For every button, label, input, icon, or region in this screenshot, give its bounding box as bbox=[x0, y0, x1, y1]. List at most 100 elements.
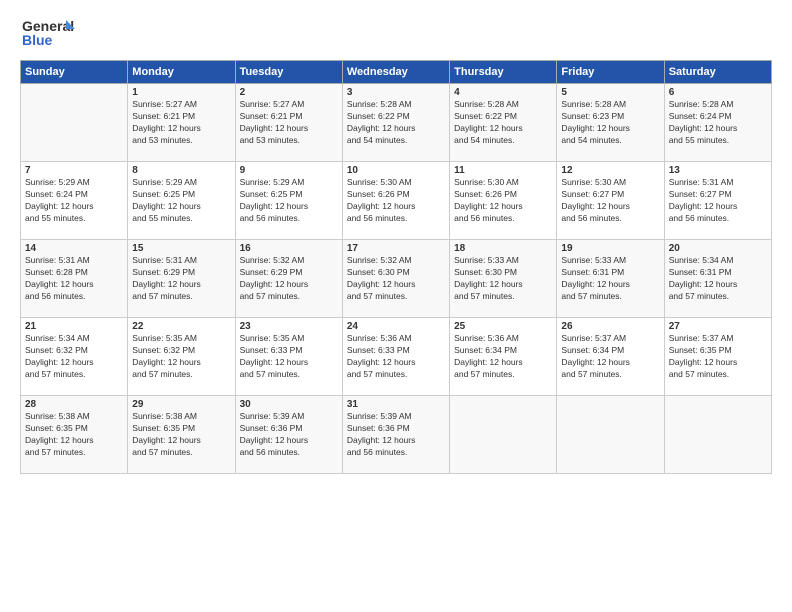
day-cell: 13Sunrise: 5:31 AM Sunset: 6:27 PM Dayli… bbox=[664, 162, 771, 240]
day-cell: 27Sunrise: 5:37 AM Sunset: 6:35 PM Dayli… bbox=[664, 318, 771, 396]
header-row: SundayMondayTuesdayWednesdayThursdayFrid… bbox=[21, 61, 772, 84]
day-cell: 4Sunrise: 5:28 AM Sunset: 6:22 PM Daylig… bbox=[450, 84, 557, 162]
week-row-5: 28Sunrise: 5:38 AM Sunset: 6:35 PM Dayli… bbox=[21, 396, 772, 474]
day-number: 26 bbox=[561, 321, 659, 332]
week-row-1: 1Sunrise: 5:27 AM Sunset: 6:21 PM Daylig… bbox=[21, 84, 772, 162]
day-cell: 20Sunrise: 5:34 AM Sunset: 6:31 PM Dayli… bbox=[664, 240, 771, 318]
day-cell: 2Sunrise: 5:27 AM Sunset: 6:21 PM Daylig… bbox=[235, 84, 342, 162]
day-info: Sunrise: 5:30 AM Sunset: 6:27 PM Dayligh… bbox=[561, 177, 659, 225]
day-info: Sunrise: 5:29 AM Sunset: 6:24 PM Dayligh… bbox=[25, 177, 123, 225]
day-info: Sunrise: 5:31 AM Sunset: 6:28 PM Dayligh… bbox=[25, 255, 123, 303]
day-info: Sunrise: 5:38 AM Sunset: 6:35 PM Dayligh… bbox=[132, 411, 230, 459]
day-info: Sunrise: 5:31 AM Sunset: 6:27 PM Dayligh… bbox=[669, 177, 767, 225]
day-number: 28 bbox=[25, 399, 123, 410]
day-number: 11 bbox=[454, 165, 552, 176]
day-number: 4 bbox=[454, 87, 552, 98]
day-number: 16 bbox=[240, 243, 338, 254]
day-info: Sunrise: 5:38 AM Sunset: 6:35 PM Dayligh… bbox=[25, 411, 123, 459]
day-cell: 7Sunrise: 5:29 AM Sunset: 6:24 PM Daylig… bbox=[21, 162, 128, 240]
header-cell-wednesday: Wednesday bbox=[342, 61, 449, 84]
header: GeneralBlue bbox=[20, 15, 772, 50]
day-info: Sunrise: 5:32 AM Sunset: 6:29 PM Dayligh… bbox=[240, 255, 338, 303]
day-number: 1 bbox=[132, 87, 230, 98]
day-cell: 11Sunrise: 5:30 AM Sunset: 6:26 PM Dayli… bbox=[450, 162, 557, 240]
day-info: Sunrise: 5:36 AM Sunset: 6:34 PM Dayligh… bbox=[454, 333, 552, 381]
day-number: 25 bbox=[454, 321, 552, 332]
day-cell: 15Sunrise: 5:31 AM Sunset: 6:29 PM Dayli… bbox=[128, 240, 235, 318]
day-number: 24 bbox=[347, 321, 445, 332]
day-info: Sunrise: 5:33 AM Sunset: 6:31 PM Dayligh… bbox=[561, 255, 659, 303]
day-cell: 1Sunrise: 5:27 AM Sunset: 6:21 PM Daylig… bbox=[128, 84, 235, 162]
day-number: 7 bbox=[25, 165, 123, 176]
day-info: Sunrise: 5:39 AM Sunset: 6:36 PM Dayligh… bbox=[347, 411, 445, 459]
day-number: 30 bbox=[240, 399, 338, 410]
header-cell-thursday: Thursday bbox=[450, 61, 557, 84]
day-cell: 12Sunrise: 5:30 AM Sunset: 6:27 PM Dayli… bbox=[557, 162, 664, 240]
day-info: Sunrise: 5:27 AM Sunset: 6:21 PM Dayligh… bbox=[240, 99, 338, 147]
day-info: Sunrise: 5:30 AM Sunset: 6:26 PM Dayligh… bbox=[454, 177, 552, 225]
day-number: 3 bbox=[347, 87, 445, 98]
day-number: 23 bbox=[240, 321, 338, 332]
day-cell: 22Sunrise: 5:35 AM Sunset: 6:32 PM Dayli… bbox=[128, 318, 235, 396]
logo: GeneralBlue bbox=[20, 15, 80, 50]
day-cell bbox=[21, 84, 128, 162]
day-cell: 29Sunrise: 5:38 AM Sunset: 6:35 PM Dayli… bbox=[128, 396, 235, 474]
day-cell: 28Sunrise: 5:38 AM Sunset: 6:35 PM Dayli… bbox=[21, 396, 128, 474]
week-row-3: 14Sunrise: 5:31 AM Sunset: 6:28 PM Dayli… bbox=[21, 240, 772, 318]
day-cell: 5Sunrise: 5:28 AM Sunset: 6:23 PM Daylig… bbox=[557, 84, 664, 162]
day-number: 20 bbox=[669, 243, 767, 254]
day-info: Sunrise: 5:32 AM Sunset: 6:30 PM Dayligh… bbox=[347, 255, 445, 303]
day-info: Sunrise: 5:37 AM Sunset: 6:34 PM Dayligh… bbox=[561, 333, 659, 381]
day-info: Sunrise: 5:29 AM Sunset: 6:25 PM Dayligh… bbox=[132, 177, 230, 225]
day-number: 2 bbox=[240, 87, 338, 98]
day-info: Sunrise: 5:39 AM Sunset: 6:36 PM Dayligh… bbox=[240, 411, 338, 459]
header-cell-saturday: Saturday bbox=[664, 61, 771, 84]
day-number: 9 bbox=[240, 165, 338, 176]
day-number: 22 bbox=[132, 321, 230, 332]
day-number: 31 bbox=[347, 399, 445, 410]
day-info: Sunrise: 5:28 AM Sunset: 6:24 PM Dayligh… bbox=[669, 99, 767, 147]
day-number: 12 bbox=[561, 165, 659, 176]
day-cell: 3Sunrise: 5:28 AM Sunset: 6:22 PM Daylig… bbox=[342, 84, 449, 162]
day-cell: 31Sunrise: 5:39 AM Sunset: 6:36 PM Dayli… bbox=[342, 396, 449, 474]
calendar-table: SundayMondayTuesdayWednesdayThursdayFrid… bbox=[20, 60, 772, 474]
day-cell: 10Sunrise: 5:30 AM Sunset: 6:26 PM Dayli… bbox=[342, 162, 449, 240]
day-info: Sunrise: 5:27 AM Sunset: 6:21 PM Dayligh… bbox=[132, 99, 230, 147]
week-row-2: 7Sunrise: 5:29 AM Sunset: 6:24 PM Daylig… bbox=[21, 162, 772, 240]
day-info: Sunrise: 5:35 AM Sunset: 6:33 PM Dayligh… bbox=[240, 333, 338, 381]
calendar-page: GeneralBlue SundayMondayTuesdayWednesday… bbox=[0, 0, 792, 612]
day-number: 15 bbox=[132, 243, 230, 254]
header-cell-tuesday: Tuesday bbox=[235, 61, 342, 84]
day-cell: 23Sunrise: 5:35 AM Sunset: 6:33 PM Dayli… bbox=[235, 318, 342, 396]
day-cell: 30Sunrise: 5:39 AM Sunset: 6:36 PM Dayli… bbox=[235, 396, 342, 474]
day-number: 21 bbox=[25, 321, 123, 332]
day-cell: 18Sunrise: 5:33 AM Sunset: 6:30 PM Dayli… bbox=[450, 240, 557, 318]
day-number: 14 bbox=[25, 243, 123, 254]
day-cell: 8Sunrise: 5:29 AM Sunset: 6:25 PM Daylig… bbox=[128, 162, 235, 240]
day-info: Sunrise: 5:36 AM Sunset: 6:33 PM Dayligh… bbox=[347, 333, 445, 381]
day-info: Sunrise: 5:34 AM Sunset: 6:32 PM Dayligh… bbox=[25, 333, 123, 381]
day-info: Sunrise: 5:30 AM Sunset: 6:26 PM Dayligh… bbox=[347, 177, 445, 225]
day-cell bbox=[557, 396, 664, 474]
day-cell: 9Sunrise: 5:29 AM Sunset: 6:25 PM Daylig… bbox=[235, 162, 342, 240]
day-number: 18 bbox=[454, 243, 552, 254]
header-cell-friday: Friday bbox=[557, 61, 664, 84]
day-number: 29 bbox=[132, 399, 230, 410]
day-info: Sunrise: 5:34 AM Sunset: 6:31 PM Dayligh… bbox=[669, 255, 767, 303]
day-cell bbox=[450, 396, 557, 474]
day-cell bbox=[664, 396, 771, 474]
day-cell: 14Sunrise: 5:31 AM Sunset: 6:28 PM Dayli… bbox=[21, 240, 128, 318]
day-info: Sunrise: 5:28 AM Sunset: 6:23 PM Dayligh… bbox=[561, 99, 659, 147]
day-cell: 16Sunrise: 5:32 AM Sunset: 6:29 PM Dayli… bbox=[235, 240, 342, 318]
day-number: 5 bbox=[561, 87, 659, 98]
day-cell: 6Sunrise: 5:28 AM Sunset: 6:24 PM Daylig… bbox=[664, 84, 771, 162]
day-number: 27 bbox=[669, 321, 767, 332]
day-cell: 21Sunrise: 5:34 AM Sunset: 6:32 PM Dayli… bbox=[21, 318, 128, 396]
day-info: Sunrise: 5:28 AM Sunset: 6:22 PM Dayligh… bbox=[347, 99, 445, 147]
day-cell: 26Sunrise: 5:37 AM Sunset: 6:34 PM Dayli… bbox=[557, 318, 664, 396]
day-cell: 25Sunrise: 5:36 AM Sunset: 6:34 PM Dayli… bbox=[450, 318, 557, 396]
day-number: 13 bbox=[669, 165, 767, 176]
day-number: 8 bbox=[132, 165, 230, 176]
day-info: Sunrise: 5:29 AM Sunset: 6:25 PM Dayligh… bbox=[240, 177, 338, 225]
day-info: Sunrise: 5:37 AM Sunset: 6:35 PM Dayligh… bbox=[669, 333, 767, 381]
